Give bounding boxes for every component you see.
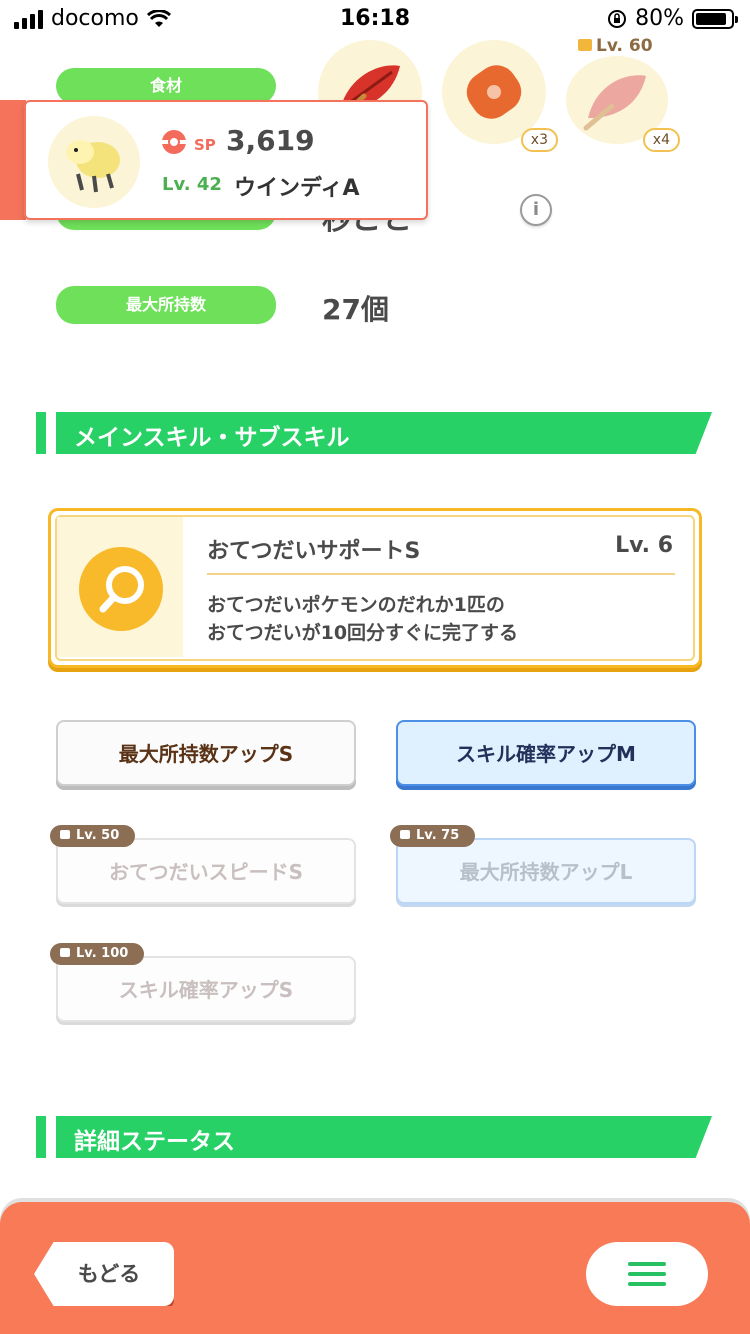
popup-accent <box>0 100 26 220</box>
battery-percent: 80% <box>635 6 684 31</box>
ingredient-red-leaf-locked[interactable]: x4 <box>566 56 680 152</box>
sub-skill-button-locked[interactable]: 最大所持数アップL <box>396 838 696 904</box>
pokemon-sprite-icon <box>66 140 120 193</box>
status-bar: docomo 16:18 80% <box>0 0 750 40</box>
lock-level-tag: Lv. 100 <box>50 943 145 965</box>
section-title: 詳細ステータス <box>74 1129 235 1155</box>
main-skill-description: おてつだいポケモンのだれか1匹の おてつだいが10回分すぐに完了する <box>207 594 519 644</box>
skill-icon-panel <box>57 517 183 657</box>
section-header-skills: メインスキル・サブスキル <box>36 412 712 454</box>
popup-card[interactable]: SP 3,619 Lv. 42 ウインディA <box>24 100 428 220</box>
section-title: メインスキル・サブスキル <box>74 425 350 451</box>
battery-icon <box>692 8 738 29</box>
back-button[interactable]: もどる <box>34 1242 174 1306</box>
lock-icon <box>578 39 592 51</box>
sp-value: 3,619 <box>226 124 315 157</box>
lock-level-tag: Lv. 50 <box>50 825 136 847</box>
ingredient-count-badge: x4 <box>642 128 680 152</box>
battery-area: 80% <box>607 6 738 31</box>
lock-icon <box>60 830 70 839</box>
sub-skill-button-locked[interactable]: おてつだいスピードS <box>56 838 356 904</box>
lock-icon <box>400 830 410 839</box>
pokemon-avatar <box>48 116 140 208</box>
sub-skill-button[interactable]: スキル確率アップM <box>396 720 696 786</box>
pokemon-level: Lv. 42 <box>162 174 222 195</box>
info-icon[interactable]: i <box>520 194 552 226</box>
section-header-details: 詳細ステータス <box>36 1116 712 1158</box>
sp-ball-icon <box>162 130 186 154</box>
pokemon-popup[interactable]: SP 3,619 Lv. 42 ウインディA <box>0 100 428 220</box>
main-skill-level: Lv. 6 <box>615 533 673 558</box>
sp-label: SP <box>194 136 216 154</box>
max-carry-value: 27個 <box>322 293 389 326</box>
lock-level-tag: Lv. 75 <box>390 825 476 847</box>
magnifier-icon <box>79 547 163 631</box>
max-carry-label: 最大所持数 <box>56 286 276 324</box>
ingredient-sausage[interactable]: x3 <box>442 40 558 152</box>
main-skill-card[interactable]: おてつだいサポートS Lv. 6 おてつだいポケモンのだれか1匹の おてつだいが… <box>48 508 702 668</box>
sub-skill-button-locked[interactable]: スキル確率アップS <box>56 956 356 1022</box>
sub-skill-button[interactable]: 最大所持数アップS <box>56 720 356 786</box>
rotation-lock-icon <box>608 9 627 28</box>
main-skill-name: おてつだいサポートS <box>207 539 421 564</box>
pokemon-name: ウインディA <box>234 176 360 201</box>
ingredients-label: 食材 <box>56 68 276 104</box>
divider <box>207 573 675 575</box>
lock-icon <box>60 948 70 957</box>
ingredient-count-badge: x3 <box>520 128 558 152</box>
menu-button[interactable] <box>586 1242 708 1306</box>
bottom-bar: もどる <box>0 1202 750 1334</box>
